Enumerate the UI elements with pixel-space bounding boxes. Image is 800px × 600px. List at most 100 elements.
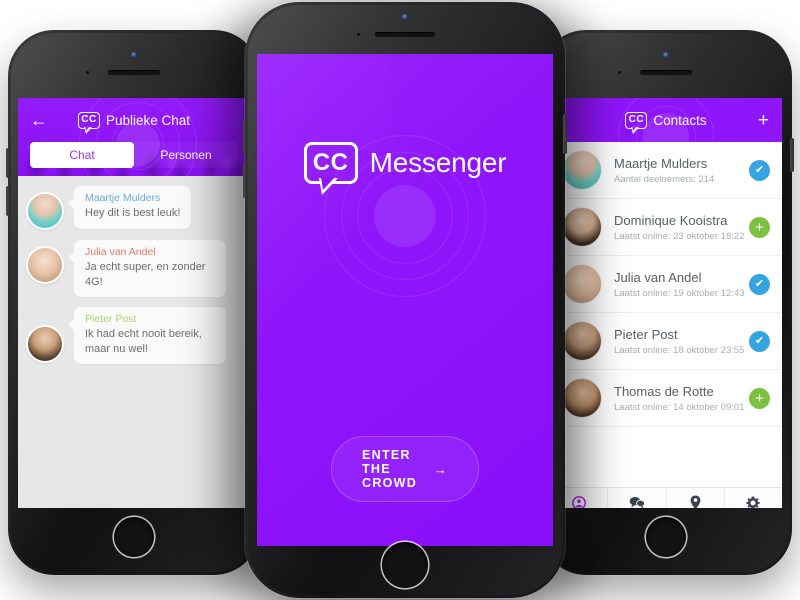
contact-check-badge[interactable]: ✔ bbox=[749, 330, 770, 352]
earpiece-speaker bbox=[375, 32, 435, 37]
contact-row[interactable]: Pieter Post Laatst online: 18 oktober 23… bbox=[550, 313, 782, 370]
public-chat-titlebar: ← CC Publieke Chat bbox=[18, 98, 250, 142]
dominique-avatar bbox=[562, 207, 602, 247]
earpiece-speaker bbox=[108, 70, 160, 75]
add-contact-button[interactable]: + bbox=[758, 111, 769, 130]
contact-name: Thomas de Rotte bbox=[614, 383, 714, 399]
chat-tabs: Chat Personen bbox=[30, 142, 238, 168]
back-arrow-icon[interactable]: ← bbox=[30, 111, 52, 129]
contact-name: Pieter Post bbox=[614, 326, 678, 342]
contact-name: Maartje Mulders bbox=[614, 155, 708, 171]
volume-down-button[interactable] bbox=[243, 164, 247, 198]
contact-row[interactable]: Dominique Kooistra Laatst online: 23 okt… bbox=[550, 199, 782, 256]
maartje-avatar[interactable] bbox=[26, 192, 64, 230]
contact-row[interactable]: Thomas de Rotte Laatst online: 14 oktobe… bbox=[550, 370, 782, 427]
contact-add-badge[interactable]: + bbox=[749, 216, 770, 238]
contact-info: Thomas de Rotte Laatst online: 14 oktobe… bbox=[614, 384, 749, 413]
contacts-icon bbox=[571, 495, 586, 508]
chat-bubble: Pieter Post Ik had echt nooit bereik, ma… bbox=[68, 307, 226, 365]
splash-screen: CC Messenger ENTER THE CROWD → bbox=[257, 54, 553, 546]
tab-chat[interactable]: Chat bbox=[30, 142, 134, 168]
chat-message-row: Pieter Post Ik had echt nooit bereik, ma… bbox=[26, 307, 240, 365]
tab-chats[interactable]: Chats bbox=[608, 488, 667, 508]
contact-row[interactable]: Julia van Andel Laatst online: 19 oktobe… bbox=[550, 256, 782, 313]
cc-logo-icon: CC bbox=[303, 142, 358, 195]
pieter-avatar bbox=[562, 321, 602, 361]
chats-icon bbox=[629, 495, 645, 508]
contact-check-badge[interactable]: ✔ bbox=[749, 159, 770, 181]
proximity-sensor-icon bbox=[86, 71, 89, 74]
chat-message-row: Maartje Mulders Hey dit is best leuk! bbox=[26, 186, 240, 230]
tab-personen[interactable]: Personen bbox=[134, 142, 238, 168]
phone-center-device: CC Messenger ENTER THE CROWD → bbox=[243, 2, 567, 598]
phone-right-screen: CC Contacts + Maartje Mulders Aantal dee… bbox=[550, 98, 782, 508]
app-logo-group: CC Messenger bbox=[257, 142, 553, 195]
page-title: Contacts bbox=[653, 112, 707, 128]
pieter-avatar[interactable] bbox=[26, 325, 64, 364]
enter-the-crowd-button[interactable]: ENTER THE CROWD → bbox=[331, 436, 479, 502]
arrow-right-icon: → bbox=[433, 461, 448, 477]
contact-add-badge[interactable]: + bbox=[749, 387, 770, 409]
contact-subtitle: Laatst online: 19 oktober 12:43 bbox=[614, 287, 745, 299]
public-chat-header: ← CC Publieke Chat Chat Personen bbox=[18, 98, 250, 176]
cc-logo-icon: CC bbox=[625, 111, 648, 134]
contacts-title-group: CC Contacts bbox=[550, 111, 782, 134]
phone-left-device: ← CC Publieke Chat Chat Personen Maartje… bbox=[6, 30, 260, 575]
earpiece-speaker bbox=[640, 70, 692, 75]
front-camera-icon bbox=[663, 52, 669, 58]
home-button[interactable] bbox=[646, 517, 686, 557]
phone-right-device: CC Contacts + Maartje Mulders Aantal dee… bbox=[540, 30, 794, 575]
chat-bubble: Julia van Andel Ja echt super, en zonder… bbox=[68, 240, 226, 298]
screenshot-root: ← CC Publieke Chat Chat Personen Maartje… bbox=[0, 0, 800, 600]
contact-subtitle: Laatst online: 18 oktober 23:55 bbox=[614, 344, 745, 356]
contact-info: Maartje Mulders Aantal deelnemers: 214 bbox=[614, 156, 749, 185]
bottom-tab-bar: Contacts Chats bbox=[550, 487, 782, 508]
chat-sender-name: Maartje Mulders bbox=[85, 192, 161, 204]
phone-center-screen: CC Messenger ENTER THE CROWD → bbox=[257, 54, 553, 546]
power-button[interactable] bbox=[563, 114, 567, 154]
chat-message-row: Julia van Andel Ja echt super, en zonder… bbox=[26, 240, 240, 298]
contacts-header: CC Contacts + bbox=[550, 98, 782, 142]
cc-logo-icon: CC bbox=[77, 111, 100, 134]
contact-subtitle: Laatst online: 14 oktober 09:01 bbox=[614, 401, 745, 413]
power-button[interactable] bbox=[790, 138, 794, 172]
contact-info: Pieter Post Laatst online: 18 oktober 23… bbox=[614, 327, 749, 356]
volume-up-button[interactable] bbox=[6, 148, 10, 178]
splash-sheen bbox=[257, 54, 431, 348]
chat-message-text: Ja echt super, en zonder 4G! bbox=[85, 261, 206, 288]
contact-subtitle: Laatst online: 23 oktober 18:22 bbox=[614, 230, 745, 242]
chat-message-text: Ik had echt nooit bereik, maar nu wel! bbox=[85, 328, 202, 355]
julia-avatar[interactable] bbox=[26, 246, 64, 284]
location-pin-icon bbox=[690, 495, 701, 508]
chat-sender-name: Julia van Andel bbox=[85, 246, 156, 258]
proximity-sensor-icon bbox=[618, 71, 621, 74]
gear-icon bbox=[746, 495, 761, 508]
maartje-avatar bbox=[562, 150, 602, 190]
contact-info: Julia van Andel Laatst online: 19 oktobe… bbox=[614, 270, 749, 299]
chat-message-list[interactable]: Maartje Mulders Hey dit is best leuk! Ju… bbox=[18, 176, 250, 508]
contact-info: Dominique Kooistra Laatst online: 23 okt… bbox=[614, 213, 749, 242]
front-camera-icon bbox=[402, 14, 408, 20]
front-camera-icon bbox=[131, 52, 137, 58]
tab-location[interactable]: Location bbox=[667, 488, 725, 508]
proximity-sensor-icon bbox=[357, 33, 360, 36]
contact-row[interactable]: Maartje Mulders Aantal deelnemers: 214 ✔ bbox=[550, 142, 782, 199]
contact-check-badge[interactable]: ✔ bbox=[749, 273, 770, 295]
home-button[interactable] bbox=[382, 542, 428, 588]
contact-name: Dominique Kooistra bbox=[614, 212, 728, 228]
volume-down-button[interactable] bbox=[6, 186, 10, 216]
phone-left-screen: ← CC Publieke Chat Chat Personen Maartje… bbox=[18, 98, 250, 508]
julia-avatar bbox=[562, 264, 602, 304]
enter-button-label: ENTER THE CROWD bbox=[362, 448, 418, 490]
chat-message-text: Hey dit is best leuk! bbox=[85, 207, 181, 219]
contact-subtitle: Aantal deelnemers: 214 bbox=[614, 173, 715, 185]
page-title: Publieke Chat bbox=[105, 112, 191, 128]
contacts-list[interactable]: Maartje Mulders Aantal deelnemers: 214 ✔… bbox=[550, 142, 782, 487]
volume-up-button[interactable] bbox=[243, 120, 247, 154]
contact-name: Julia van Andel bbox=[614, 269, 702, 285]
home-button[interactable] bbox=[114, 517, 154, 557]
tab-settings[interactable]: Settings bbox=[725, 488, 782, 508]
chat-bubble: Maartje Mulders Hey dit is best leuk! bbox=[67, 186, 192, 229]
app-name: Messenger bbox=[369, 147, 507, 178]
thomas-avatar bbox=[562, 378, 602, 418]
